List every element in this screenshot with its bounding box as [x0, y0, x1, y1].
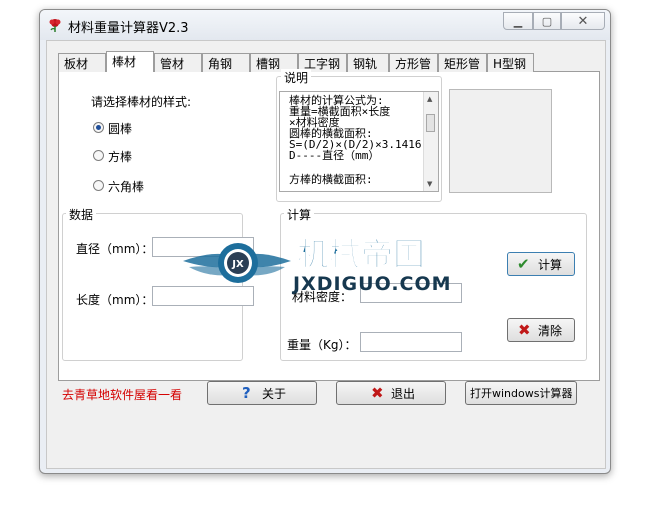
- tab-label: 矩形管: [444, 57, 481, 71]
- watermark-logo: JX 机械帝国 JXDIGUO.COM: [183, 235, 452, 295]
- tab-pipe[interactable]: 管材: [154, 53, 202, 72]
- diameter-label: 直径（mm）：: [76, 242, 154, 256]
- window-title: 材料重量计算器V2.3: [68, 21, 189, 36]
- exit-button[interactable]: ✖ 退出: [336, 381, 446, 405]
- tab-rect-tube[interactable]: 矩形管: [438, 53, 487, 72]
- exit-label: 退出: [391, 387, 416, 401]
- radio-square-bar[interactable]: [93, 150, 104, 161]
- title-bar[interactable]: 材料重量计算器V2.3 ▁ ▢ ✕: [40, 10, 610, 40]
- calculate-label: 计算: [538, 258, 563, 272]
- help-question-icon: ?: [242, 384, 251, 402]
- open-calculator-button[interactable]: 打开windows计算器: [465, 381, 577, 405]
- tab-label: 钢轨: [353, 57, 378, 71]
- maximize-icon: ▢: [541, 15, 553, 28]
- radio-label-round[interactable]: 圆棒: [108, 120, 132, 137]
- tab-plate[interactable]: 板材: [58, 53, 106, 72]
- formula-scrollbar[interactable]: ▲ ▼: [423, 92, 438, 191]
- calc-group-title: 计算: [284, 206, 315, 223]
- tab-label: 棒材: [112, 55, 137, 69]
- shape-prompt: 请选择棒材的样式:: [91, 95, 192, 109]
- tab-rail[interactable]: 钢轨: [347, 53, 389, 72]
- maximize-button[interactable]: ▢: [533, 12, 561, 30]
- scroll-up-icon[interactable]: ▲: [427, 95, 432, 103]
- minimize-button[interactable]: ▁: [503, 12, 533, 30]
- explanation-title: 说明: [281, 69, 312, 86]
- radio-hex-bar[interactable]: [93, 180, 104, 191]
- tab-square-tube[interactable]: 方形管: [389, 53, 438, 72]
- tab-label: 角钢: [208, 57, 233, 71]
- tab-angle-steel[interactable]: 角钢: [202, 53, 250, 72]
- weight-output[interactable]: [360, 332, 462, 352]
- scroll-down-icon[interactable]: ▼: [427, 180, 432, 188]
- radio-label-hex[interactable]: 六角棒: [108, 178, 144, 195]
- clear-button[interactable]: ✖ 清除: [507, 318, 575, 342]
- tab-label: 板材: [64, 57, 89, 71]
- software-site-link[interactable]: 去青草地软件屋看一看: [62, 386, 182, 403]
- x-icon: ✖: [371, 384, 384, 402]
- shape-preview-image: [449, 89, 552, 193]
- check-icon: ✔: [517, 255, 530, 273]
- scroll-thumb[interactable]: [426, 114, 435, 132]
- app-window: 材料重量计算器V2.3 ▁ ▢ ✕ 板材 棒材 管材 角钢 槽钢 工字钢 钢轨 …: [39, 9, 611, 474]
- open-calculator-label: 打开windows计算器: [470, 387, 573, 400]
- formula-line: D----直径（mm）: [289, 149, 380, 162]
- calculate-button[interactable]: ✔ 计算: [507, 252, 575, 276]
- tab-h-beam[interactable]: H型钢: [487, 53, 534, 72]
- weight-label: 重量（Kg）：: [287, 338, 357, 352]
- watermark-domain: JXDIGUO.COM: [291, 273, 452, 295]
- radio-label-square[interactable]: 方棒: [108, 148, 132, 165]
- tab-bar[interactable]: 棒材: [106, 51, 154, 72]
- about-button[interactable]: ? 关于: [207, 381, 317, 405]
- data-group-title: 数据: [66, 206, 97, 223]
- watermark-text: 机械帝国: [297, 235, 425, 273]
- clear-label: 清除: [538, 324, 563, 338]
- close-button[interactable]: ✕: [561, 12, 605, 30]
- tab-label: 槽钢: [256, 57, 281, 71]
- length-label: 长度（mm）：: [76, 293, 154, 307]
- tab-label: H型钢: [493, 57, 527, 71]
- formula-line: 方棒的横截面积:: [289, 173, 373, 186]
- tab-label: 方形管: [395, 57, 432, 71]
- about-label: 关于: [262, 387, 287, 401]
- winged-gear-icon: JX: [183, 243, 291, 283]
- minimize-icon: ▁: [513, 15, 523, 28]
- x-icon: ✖: [518, 321, 531, 339]
- radio-round-bar[interactable]: [93, 122, 104, 133]
- flower-app-icon: [49, 19, 61, 32]
- close-icon: ✕: [577, 14, 589, 29]
- formula-textbox[interactable]: 棒材的计算公式为: 重量=横截面积×长度 ×材料密度 圆棒的横截面积: S=(D…: [279, 91, 439, 192]
- watermark-badge: JX: [231, 259, 244, 270]
- tab-label: 管材: [160, 57, 185, 71]
